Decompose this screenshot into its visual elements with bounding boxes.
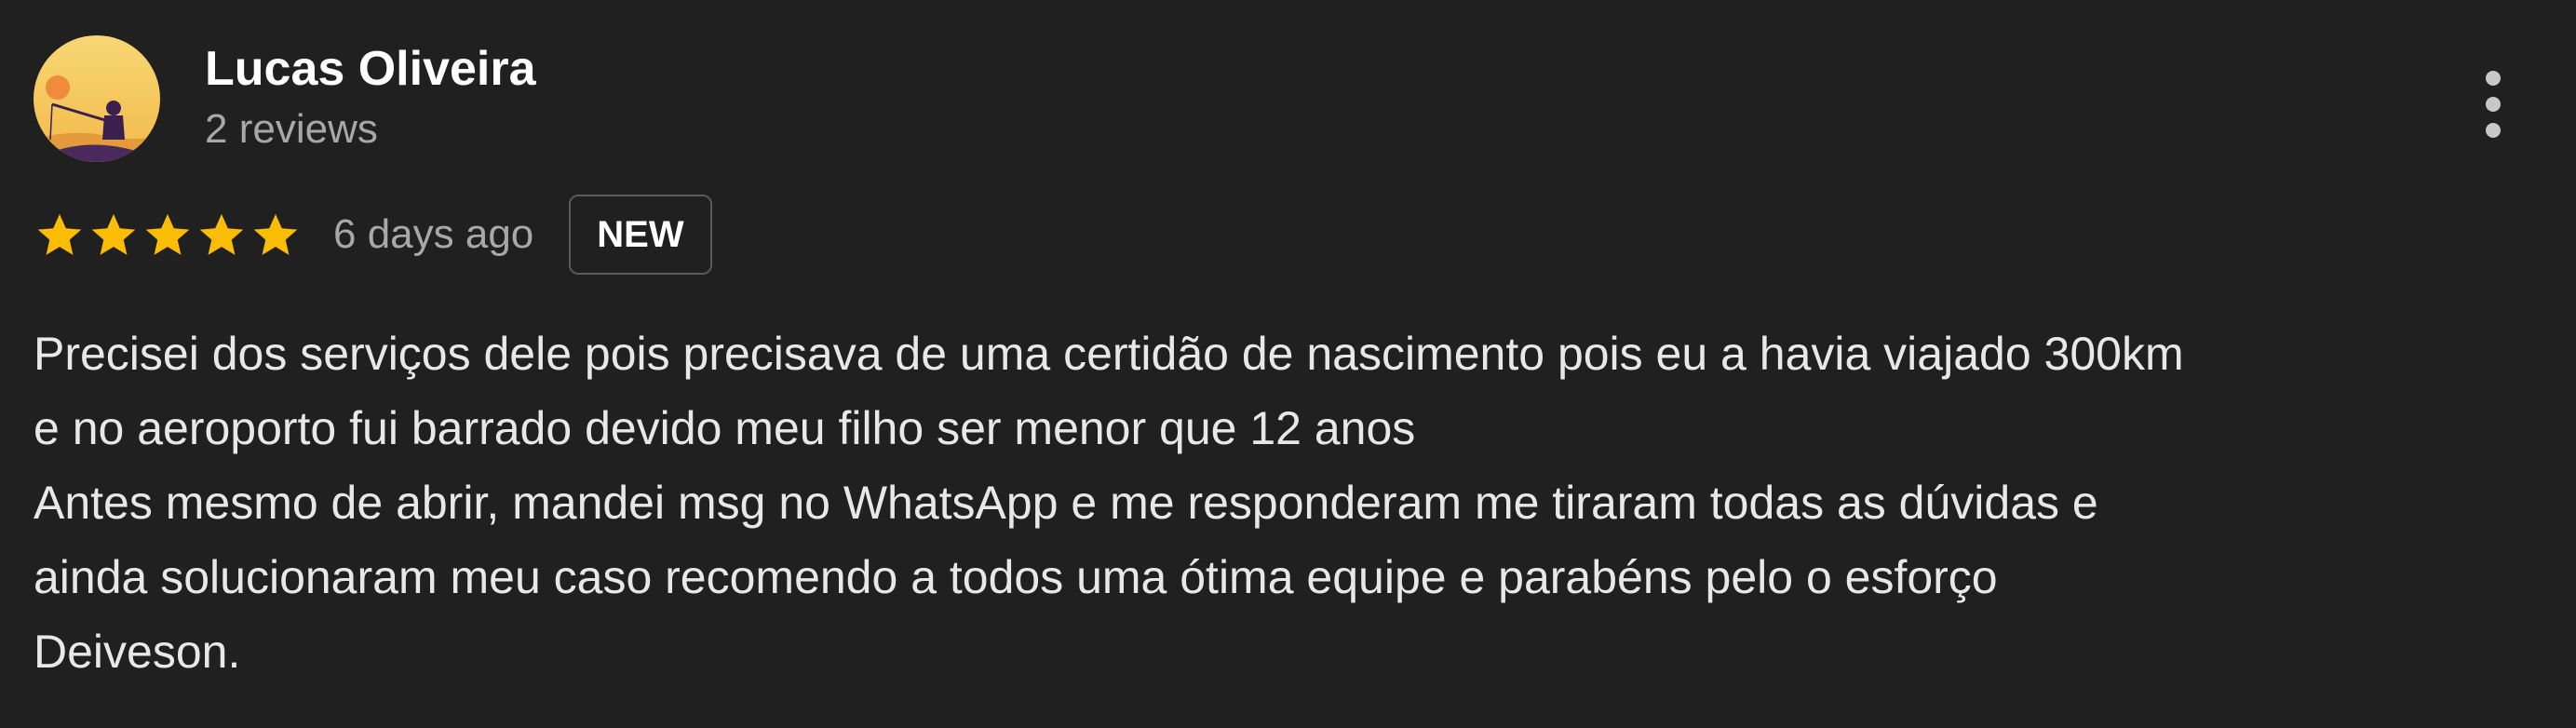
star-icon xyxy=(253,213,298,255)
star-icon xyxy=(145,213,190,255)
review-text-line: ainda solucionaram meu caso recomendo a … xyxy=(34,551,1998,603)
avatar[interactable] xyxy=(34,35,160,162)
review-date: 6 days ago xyxy=(333,211,534,257)
more-vert-icon xyxy=(2486,123,2501,138)
review-card: Lucas Oliveira 2 reviews 6 days ago NEW … xyxy=(0,0,2576,728)
review-text-line: e no aeroporto fui barrado devido meu fi… xyxy=(34,402,1416,454)
review-text-line: Deiveson. xyxy=(34,626,241,678)
review-text-line: Precisei dos serviços dele pois precisav… xyxy=(34,328,2184,380)
author-name[interactable]: Lucas Oliveira xyxy=(205,41,536,97)
star-icon xyxy=(91,213,136,255)
new-badge: NEW xyxy=(569,195,712,275)
star-rating xyxy=(34,209,302,261)
star-icon xyxy=(37,213,82,255)
more-vert-icon xyxy=(2486,97,2501,112)
star-icon xyxy=(199,213,244,255)
author-review-count[interactable]: 2 reviews xyxy=(205,106,378,153)
more-options-button[interactable] xyxy=(2465,58,2521,151)
rating-row: 6 days ago NEW xyxy=(34,192,712,277)
more-vert-icon xyxy=(2486,71,2501,86)
avatar-image xyxy=(34,35,160,162)
review-text-line: Antes mesmo de abrir, mandei msg no What… xyxy=(34,477,2098,529)
review-text: Precisei dos serviços dele pois precisav… xyxy=(34,317,2547,689)
